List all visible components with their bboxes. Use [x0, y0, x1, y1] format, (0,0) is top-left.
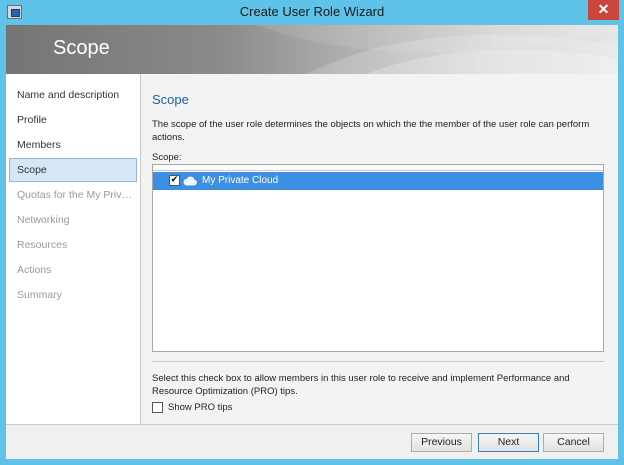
close-icon: ✕: [597, 1, 610, 17]
cloud-icon: [183, 176, 197, 186]
scope-description: The scope of the user role determines th…: [152, 119, 590, 143]
scope-list-header: [153, 165, 603, 171]
section-divider: [152, 361, 604, 362]
wizard-footer: Previous Next Cancel: [6, 424, 618, 459]
nav-step-members[interactable]: Members: [9, 133, 137, 157]
nav-step-resources: Resources: [17, 239, 68, 251]
window-title: Create User Role Wizard: [239, 4, 385, 19]
scope-item-my-private-cloud[interactable]: ✔ My Private Cloud: [153, 172, 603, 190]
scope-item-label: My Private Cloud: [202, 175, 279, 186]
title-bar[interactable]: Create User Role Wizard ✕: [0, 0, 624, 25]
wizard-step-nav: Name and description Profile Members Sco…: [6, 74, 141, 424]
next-button[interactable]: Next: [478, 433, 539, 452]
wizard-client-area: Scope Name and description Profile Membe…: [6, 25, 618, 459]
close-button[interactable]: ✕: [588, 0, 619, 20]
show-pro-tips-checkbox[interactable]: [152, 402, 163, 413]
show-pro-tips-label[interactable]: Show PRO tips: [168, 402, 232, 413]
scope-tree-list[interactable]: ✔ My Private Cloud: [152, 164, 604, 352]
section-title: Scope: [152, 92, 189, 107]
nav-step-quotas: Quotas for the My Private...: [17, 189, 137, 201]
step-content: Scope The scope of the user role determi…: [142, 74, 618, 424]
nav-step-name-and-description[interactable]: Name and description: [9, 83, 137, 107]
pro-tips-description: Select this check box to allow members i…: [152, 373, 570, 397]
banner-title: Scope: [53, 37, 110, 59]
cancel-button[interactable]: Cancel: [543, 433, 604, 452]
nav-step-networking: Networking: [17, 214, 70, 226]
nav-step-summary: Summary: [17, 289, 62, 301]
scope-item-checkbox[interactable]: ✔: [169, 175, 180, 186]
header-banner: Scope: [6, 25, 618, 74]
wizard-window: Create User Role Wizard ✕ Scope Name and…: [0, 0, 624, 465]
nav-step-scope[interactable]: Scope: [9, 158, 137, 182]
previous-button[interactable]: Previous: [411, 433, 472, 452]
scope-label: Scope:: [152, 152, 182, 163]
nav-step-profile[interactable]: Profile: [9, 108, 137, 132]
nav-step-actions: Actions: [17, 264, 52, 276]
